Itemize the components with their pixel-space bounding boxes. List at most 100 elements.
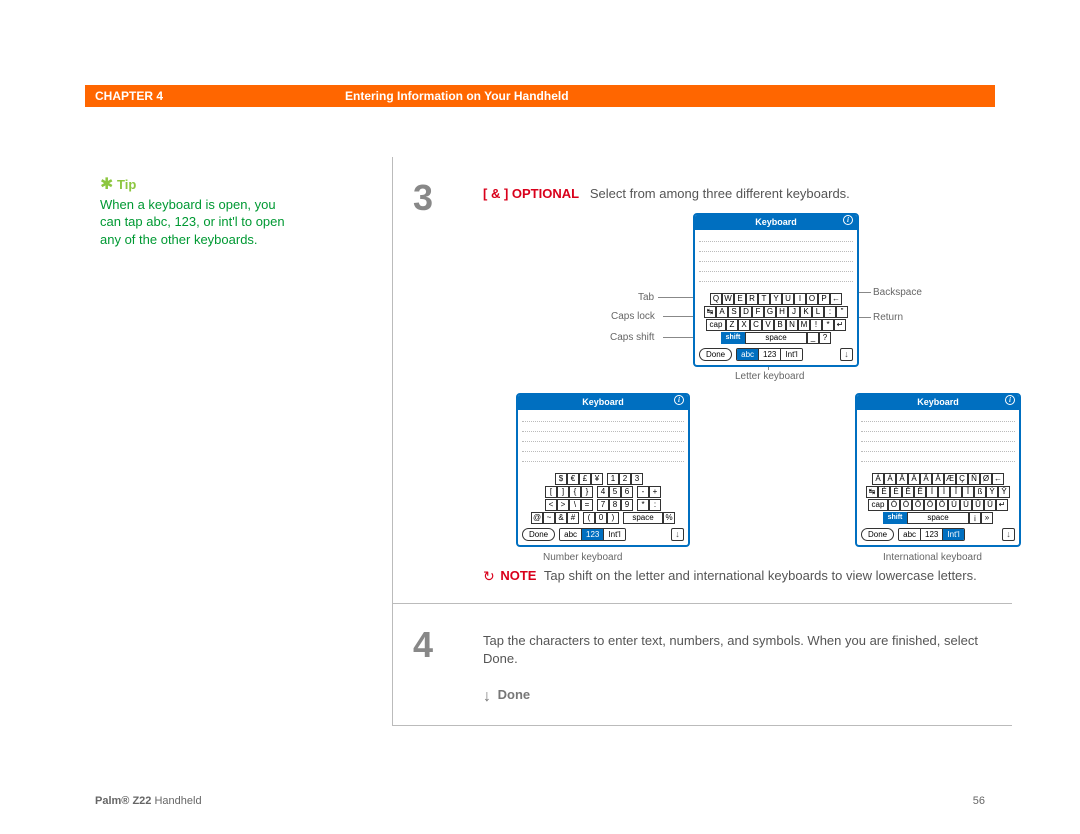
key-8[interactable]: 8 bbox=[609, 499, 621, 511]
key-+[interactable]: + bbox=[649, 486, 661, 498]
key-€[interactable]: € bbox=[567, 473, 579, 485]
key-À[interactable]: À bbox=[884, 473, 896, 485]
key-5[interactable]: 5 bbox=[609, 486, 621, 498]
key-~[interactable]: ~ bbox=[543, 512, 555, 524]
key-Ñ[interactable]: Ñ bbox=[968, 473, 980, 485]
segment-abc[interactable]: abc bbox=[737, 349, 759, 360]
key-][interactable]: ] bbox=[557, 486, 569, 498]
key-3[interactable]: 3 bbox=[631, 473, 643, 485]
key-shift[interactable]: shift bbox=[883, 512, 907, 524]
key-P[interactable]: P bbox=[818, 293, 830, 305]
key-Ç[interactable]: Ç bbox=[956, 473, 968, 485]
key-6[interactable]: 6 bbox=[621, 486, 633, 498]
key-_[interactable]: _ bbox=[807, 332, 819, 344]
key-=[interactable]: = bbox=[581, 499, 593, 511]
key-M[interactable]: M bbox=[798, 319, 810, 331]
key-Ë[interactable]: Ë bbox=[914, 486, 926, 498]
key-Q[interactable]: Q bbox=[710, 293, 722, 305]
key-È[interactable]: È bbox=[890, 486, 902, 498]
key-ß[interactable]: ß bbox=[974, 486, 986, 498]
key-←[interactable]: ← bbox=[830, 293, 842, 305]
key-#[interactable]: # bbox=[567, 512, 579, 524]
key-?[interactable]: ? bbox=[819, 332, 831, 344]
key-N[interactable]: N bbox=[786, 319, 798, 331]
key-W[interactable]: W bbox=[722, 293, 734, 305]
key-A[interactable]: A bbox=[716, 306, 728, 318]
key-B[interactable]: B bbox=[774, 319, 786, 331]
key-Y[interactable]: Y bbox=[770, 293, 782, 305]
key-space[interactable]: space bbox=[745, 332, 807, 344]
key-U[interactable]: U bbox=[782, 293, 794, 305]
segment-abc[interactable]: abc bbox=[560, 529, 582, 540]
key-1[interactable]: 1 bbox=[607, 473, 619, 485]
key-}[interactable]: } bbox=[581, 486, 593, 498]
key-shift[interactable]: shift bbox=[721, 332, 745, 344]
key-H[interactable]: H bbox=[776, 306, 788, 318]
key-Á[interactable]: Á bbox=[872, 473, 884, 485]
key-K[interactable]: K bbox=[800, 306, 812, 318]
key-↹[interactable]: ↹ bbox=[866, 486, 878, 498]
key-Ã[interactable]: Ã bbox=[920, 473, 932, 485]
key->[interactable]: > bbox=[557, 499, 569, 511]
key-Ä[interactable]: Ä bbox=[908, 473, 920, 485]
keyboard-mode-segment[interactable]: abc123Int'l bbox=[898, 528, 964, 541]
done-button[interactable]: Done bbox=[861, 528, 894, 541]
key-4[interactable]: 4 bbox=[597, 486, 609, 498]
key-É[interactable]: É bbox=[878, 486, 890, 498]
key-![interactable]: ! bbox=[810, 319, 822, 331]
keyboard-mode-segment[interactable]: abc123Int'l bbox=[736, 348, 802, 361]
key-Õ[interactable]: Õ bbox=[936, 499, 948, 511]
collapse-icon[interactable]: ↓ bbox=[671, 528, 684, 541]
segment-123[interactable]: 123 bbox=[759, 349, 781, 360]
text-input-area[interactable] bbox=[695, 230, 857, 290]
key-Ï[interactable]: Ï bbox=[962, 486, 974, 498]
key-$[interactable]: $ bbox=[555, 473, 567, 485]
segment-Int'l[interactable]: Int'l bbox=[604, 529, 624, 540]
key-@[interactable]: @ bbox=[531, 512, 543, 524]
key-space[interactable]: space bbox=[623, 512, 663, 524]
key-cap[interactable]: cap bbox=[706, 319, 726, 331]
key-S[interactable]: S bbox=[728, 306, 740, 318]
key-F[interactable]: F bbox=[752, 306, 764, 318]
key-0[interactable]: 0 bbox=[595, 512, 607, 524]
text-input-area[interactable] bbox=[857, 410, 1019, 470]
key-*[interactable]: * bbox=[637, 499, 649, 511]
key-([interactable]: ( bbox=[583, 512, 595, 524]
key-Ý[interactable]: Ý bbox=[986, 486, 998, 498]
segment-Int'l[interactable]: Int'l bbox=[943, 529, 963, 540]
key-Ü[interactable]: Ü bbox=[984, 499, 996, 511]
segment-abc[interactable]: abc bbox=[899, 529, 921, 540]
key-↵[interactable]: ↵ bbox=[996, 499, 1008, 511]
collapse-icon[interactable]: ↓ bbox=[840, 348, 853, 361]
segment-Int'l[interactable]: Int'l bbox=[781, 349, 801, 360]
key-Z[interactable]: Z bbox=[726, 319, 738, 331]
key-D[interactable]: D bbox=[740, 306, 752, 318]
key-:[interactable]: : bbox=[649, 499, 661, 511]
key-Ø[interactable]: Ø bbox=[980, 473, 992, 485]
key-£[interactable]: £ bbox=[579, 473, 591, 485]
key-&[interactable]: & bbox=[555, 512, 567, 524]
key-:[interactable]: : bbox=[824, 306, 836, 318]
key-{[interactable]: { bbox=[569, 486, 581, 498]
key-L[interactable]: L bbox=[812, 306, 824, 318]
key-↵[interactable]: ↵ bbox=[834, 319, 846, 331]
key-*[interactable]: * bbox=[822, 319, 834, 331]
key-X[interactable]: X bbox=[738, 319, 750, 331]
key-Ê[interactable]: Ê bbox=[902, 486, 914, 498]
key-cap[interactable]: cap bbox=[868, 499, 888, 511]
key-Ò[interactable]: Ò bbox=[900, 499, 912, 511]
key-Ì[interactable]: Ì bbox=[938, 486, 950, 498]
key-<[interactable]: < bbox=[545, 499, 557, 511]
key-¡[interactable]: ¡ bbox=[969, 512, 981, 524]
key-E[interactable]: E bbox=[734, 293, 746, 305]
done-button[interactable]: Done bbox=[699, 348, 732, 361]
done-button[interactable]: Done bbox=[522, 528, 555, 541]
key-)[interactable]: ) bbox=[607, 512, 619, 524]
key-Ú[interactable]: Ú bbox=[948, 499, 960, 511]
key-¥[interactable]: ¥ bbox=[591, 473, 603, 485]
key--[interactable]: - bbox=[637, 486, 649, 498]
key-"[interactable]: " bbox=[836, 306, 848, 318]
key-Ó[interactable]: Ó bbox=[888, 499, 900, 511]
key-Æ[interactable]: Æ bbox=[944, 473, 956, 485]
key-R[interactable]: R bbox=[746, 293, 758, 305]
